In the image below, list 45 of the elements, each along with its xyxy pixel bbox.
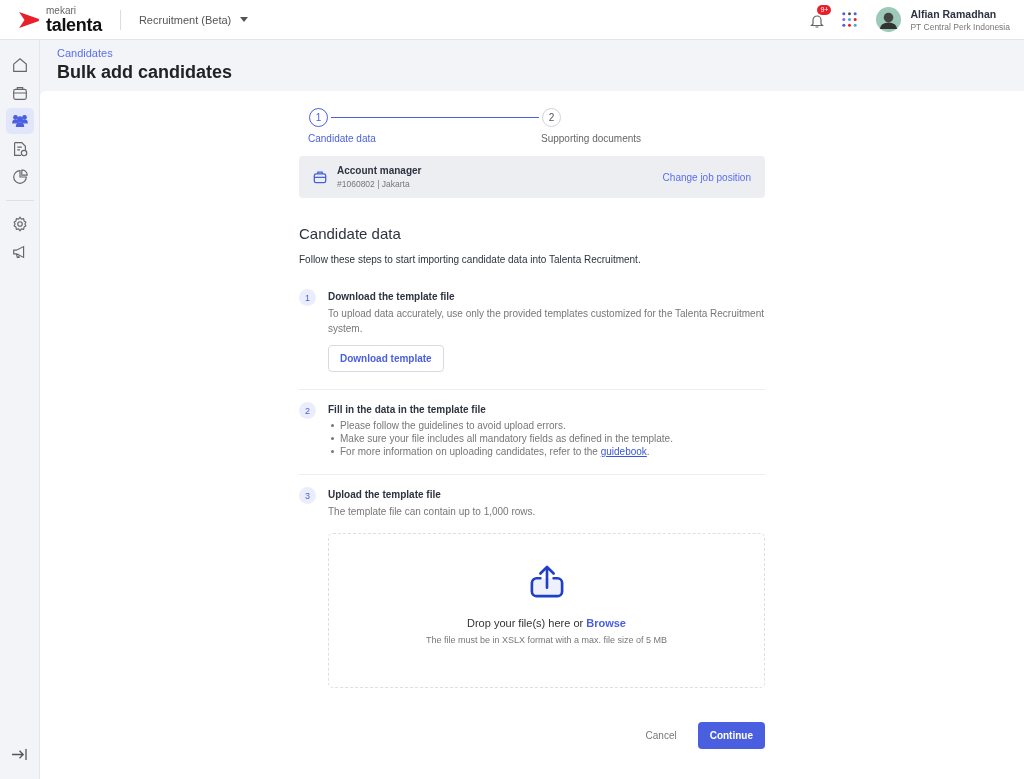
continue-button[interactable]: Continue (697, 721, 765, 749)
briefcase-icon (313, 170, 327, 184)
browse-link[interactable]: Browse (586, 617, 626, 629)
logo-icon (18, 10, 40, 29)
bell-icon[interactable] (809, 12, 826, 29)
apps-grid-icon[interactable] (841, 11, 859, 28)
download-template-button[interactable]: Download template (328, 345, 444, 372)
step-label[interactable]: Candidate data (308, 133, 542, 144)
collapse-sidebar-icon[interactable] (11, 748, 28, 761)
people-icon (10, 112, 29, 130)
intro-text: Follow these steps to start importing candidate data into Talenta Recruitment. (299, 254, 642, 265)
job-meta: #1060802 | Jakarta (337, 179, 411, 189)
caret-icon (240, 17, 249, 22)
brand-name: talenta (46, 15, 102, 34)
drop-instruction: Drop your file(s) here or Browse (467, 617, 626, 629)
step-description: To upload data accurately, use only the provided templates customized for the Talenta Recruitment system. (328, 307, 765, 336)
bullet-text: Please follow the guidelines to avoid upload errors. (340, 420, 566, 431)
breadcrumb-link[interactable]: Candidates (57, 47, 1007, 59)
file-requirements: The file must be in XSLX format with a max. file size of 5 MB (425, 635, 668, 645)
avatar-icon[interactable] (876, 7, 902, 32)
step-number: 2 (299, 402, 316, 419)
section-title: Candidate data (299, 225, 402, 242)
user-name: Alfian Ramadhan (910, 7, 998, 20)
bullet-text: Make sure your file includes all mandatory fields as defined in the template. (340, 433, 673, 444)
step-number: 1 (299, 289, 316, 306)
people-nav-item[interactable] (5, 108, 34, 134)
step-title: Download the template file (328, 291, 456, 302)
bullet-text: For more information on uploading candidates, refer to the guidebook. (340, 446, 650, 457)
step-label[interactable]: Supporting documents (541, 133, 642, 144)
step-title: Fill in the data in the template file (328, 404, 487, 415)
job-title: Account manager (337, 165, 423, 176)
step-title: Upload the template file (328, 489, 442, 500)
pie-chart-icon (10, 168, 29, 186)
brand-subtitle: mekari (46, 5, 77, 16)
guidebook-link[interactable]: guidebook (600, 446, 647, 457)
briefcase-icon (10, 84, 29, 102)
file-drop-zone[interactable]: Drop your file(s) here or Browse The file must be in XSLX format with a max. file size of 5 MB (328, 532, 765, 688)
home-icon (10, 56, 29, 74)
page-title: Bulk add candidates (57, 62, 234, 83)
user-company: PT Central Perk Indonesia (910, 21, 1010, 32)
step-number: 3 (299, 487, 316, 504)
change-job-link[interactable]: Change job position (662, 171, 751, 183)
cancel-button[interactable]: Cancel (639, 728, 683, 742)
step-description: The template file can contain up to 1,000 rows. (328, 505, 537, 519)
product-dropdown[interactable]: Recruitment (Beta) (138, 13, 249, 26)
